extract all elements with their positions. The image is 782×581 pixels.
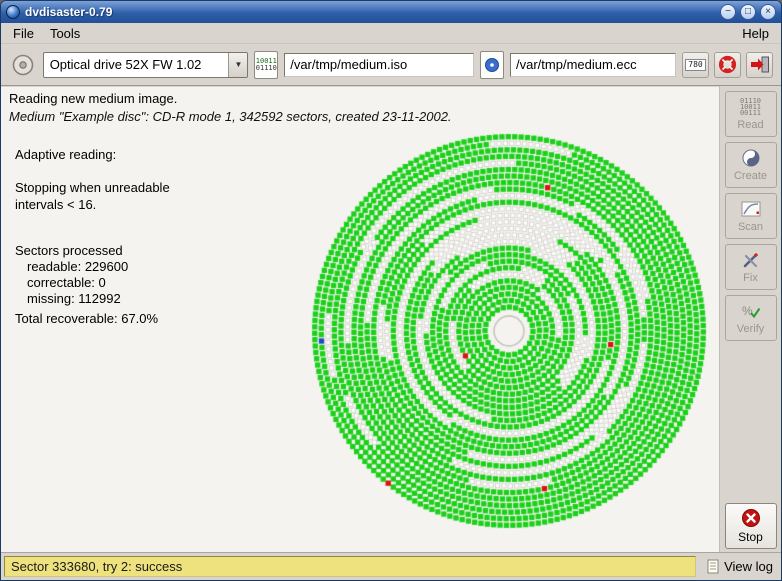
window-title: dvdisaster-0.79 — [25, 5, 716, 19]
life-ring-icon — [718, 55, 737, 74]
titlebar[interactable]: dvdisaster-0.79 − □ × — [1, 1, 781, 23]
verify-percent-icon: % — [741, 301, 761, 321]
info-sectors-heading: Sectors processed — [15, 242, 170, 259]
drive-select-value: Optical drive 52X FW 1.02 — [44, 57, 229, 72]
minimize-button[interactable]: − — [720, 4, 736, 20]
info-missing: missing: 112992 — [15, 291, 170, 307]
exit-door-icon — [750, 55, 770, 74]
view-log-button[interactable]: View log — [702, 559, 778, 574]
image-file-icon: 10011 01110 — [254, 51, 278, 79]
optical-drive-icon — [9, 51, 37, 79]
scan-button-label: Scan — [738, 221, 763, 233]
help-button[interactable] — [714, 52, 741, 78]
preferences-button[interactable]: 780 — [682, 52, 709, 78]
create-button-label: Create — [734, 170, 767, 182]
info-total-recoverable: Total recoverable: 67.0% — [15, 310, 170, 327]
status-message: Sector 333680, try 2: success — [4, 556, 696, 577]
yin-yang-icon — [742, 148, 760, 168]
stop-button[interactable]: Stop — [725, 503, 777, 549]
status-header: Reading new medium image. Medium "Exampl… — [1, 87, 719, 129]
create-button[interactable]: Create — [725, 142, 777, 188]
menu-file[interactable]: File — [5, 25, 42, 42]
stop-button-label: Stop — [738, 530, 763, 544]
log-page-icon — [707, 559, 720, 574]
info-title: Adaptive reading: — [15, 147, 170, 162]
scan-curve-icon — [741, 199, 761, 219]
preferences-icon: 780 — [685, 59, 705, 71]
read-button-label: Read — [737, 119, 763, 131]
main-area: Adaptive reading: Stopping when unreadab… — [1, 129, 719, 552]
scan-button[interactable]: Scan — [725, 193, 777, 239]
menubar: File Tools Help — [1, 23, 781, 44]
read-binary-icon: 01110 10011 00111 — [740, 97, 761, 117]
toolbar: Optical drive 52X FW 1.02 ▼ 10011 01110 … — [1, 44, 781, 86]
info-panel: Adaptive reading: Stopping when unreadab… — [15, 147, 170, 327]
quit-button[interactable] — [746, 52, 773, 78]
info-correctable: correctable: 0 — [15, 275, 170, 291]
image-file-input[interactable] — [284, 53, 474, 77]
tools-icon — [741, 250, 761, 270]
svg-text:%: % — [742, 304, 753, 318]
read-button[interactable]: 01110 10011 00111 Read — [725, 91, 777, 137]
verify-button-label: Verify — [737, 323, 765, 335]
menu-tools[interactable]: Tools — [42, 25, 88, 42]
view-log-label: View log — [724, 559, 773, 574]
info-rule-line1: Stopping when unreadable — [15, 179, 170, 196]
drive-select[interactable]: Optical drive 52X FW 1.02 ▼ — [43, 52, 249, 78]
app-icon — [6, 5, 20, 19]
menu-help[interactable]: Help — [734, 25, 777, 42]
verify-button[interactable]: % Verify — [725, 295, 777, 341]
app-window: dvdisaster-0.79 − □ × File Tools Help Op… — [0, 0, 782, 581]
info-rule-line2: intervals < 16. — [15, 196, 170, 213]
sidebar: 01110 10011 00111 Read Create Scan Fix — [719, 86, 781, 552]
status-header-title: Reading new medium image. — [9, 91, 711, 106]
fix-button-label: Fix — [743, 272, 758, 284]
statusbar: Sector 333680, try 2: success View log — [1, 552, 781, 580]
ecc-file-input[interactable] — [510, 53, 676, 77]
info-readable: readable: 229600 — [15, 259, 170, 275]
close-button[interactable]: × — [760, 4, 776, 20]
disc-sector-map — [297, 131, 721, 551]
status-header-medium-info: Medium "Example disc": CD-R mode 1, 3425… — [9, 109, 711, 124]
stop-icon — [741, 508, 761, 528]
toolbar-right-group: 780 — [682, 52, 773, 78]
maximize-button[interactable]: □ — [740, 4, 756, 20]
fix-button[interactable]: Fix — [725, 244, 777, 290]
chevron-down-icon: ▼ — [228, 53, 247, 77]
ecc-file-icon — [480, 51, 504, 79]
